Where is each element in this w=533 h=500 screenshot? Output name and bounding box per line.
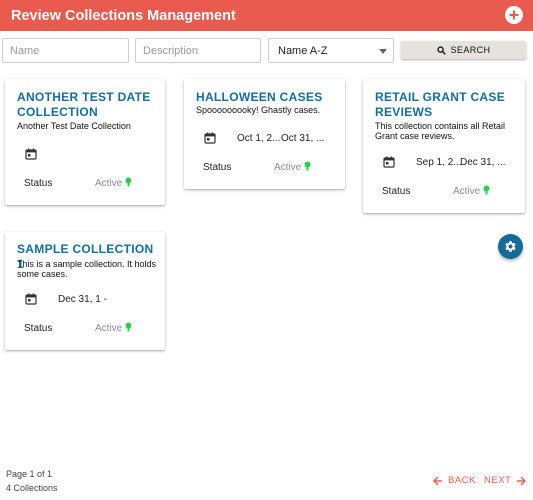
description-filter-input[interactable] — [135, 38, 261, 63]
status-indicator-icon — [125, 322, 132, 332]
calendar-icon — [204, 132, 216, 144]
arrow-left-icon — [433, 476, 442, 485]
status-value: Active — [95, 178, 123, 189]
settings-fab-button[interactable] — [498, 234, 523, 259]
card-title[interactable]: RETAIL GRANT CASE REVIEWS — [375, 90, 515, 120]
status-value: Active — [274, 162, 302, 173]
status-indicator-icon — [483, 185, 490, 195]
chevron-down-icon — [379, 49, 387, 54]
status-indicator-icon — [125, 177, 132, 187]
page-indicator: Page 1 of 1 — [6, 469, 53, 479]
collection-card[interactable]: HALLOWEEN CASES Spooooooooky! Ghastly ca… — [184, 79, 345, 189]
calendar-icon — [25, 148, 37, 160]
status-value: Active — [95, 323, 123, 334]
next-button-label: NEXT — [484, 475, 512, 486]
arrow-right-icon — [517, 476, 527, 485]
app-bar: Review Collections Management — [0, 0, 533, 31]
date-end: Dec 31, ... — [460, 157, 506, 168]
search-button-label: SEARCH — [450, 45, 491, 55]
sort-select[interactable]: Name A-Z — [268, 38, 394, 63]
search-icon — [436, 45, 446, 55]
page-title: Review Collections Management — [11, 7, 236, 24]
date-start: Sep 1, 2... — [416, 157, 462, 168]
plus-circle-icon — [509, 10, 519, 20]
status-label: Status — [382, 186, 411, 197]
add-collection-button[interactable] — [505, 6, 523, 24]
gear-icon — [505, 241, 516, 252]
filter-bar: Name A-Z SEARCH — [0, 38, 533, 64]
status-value: Active — [453, 186, 481, 197]
status-label: Status — [24, 323, 53, 334]
card-description: Spooooooooky! Ghastly cases. — [196, 105, 321, 115]
collection-card[interactable]: SAMPLE COLLECTION 1 This is a sample col… — [5, 232, 165, 350]
name-filter-input[interactable] — [2, 38, 129, 63]
status-indicator-icon — [304, 161, 311, 171]
collection-card[interactable]: ANOTHER TEST DATE COLLECTION Another Tes… — [5, 79, 165, 205]
next-button[interactable]: NEXT — [484, 475, 527, 486]
card-title[interactable]: HALLOWEEN CASES — [196, 90, 341, 105]
collection-count: 4 Collections — [6, 483, 58, 493]
date-start: Oct 1, 2... — [237, 133, 281, 144]
card-description: Another Test Date Collection — [17, 121, 131, 131]
card-description: This is a sample collection. It holds so… — [17, 259, 157, 279]
status-label: Status — [203, 162, 232, 173]
date-end: Oct 31, ... — [281, 133, 325, 144]
calendar-icon — [383, 156, 395, 168]
back-button[interactable]: BACK — [433, 475, 476, 486]
back-button-label: BACK — [448, 475, 476, 486]
search-button[interactable]: SEARCH — [401, 41, 526, 59]
card-title[interactable]: ANOTHER TEST DATE COLLECTION — [17, 90, 157, 120]
date-start: Dec 31, 1 - — [58, 294, 107, 305]
calendar-icon — [25, 293, 37, 305]
status-label: Status — [24, 178, 53, 189]
card-description: This collection contains all Retail Gran… — [375, 121, 506, 141]
sort-select-value: Name A-Z — [278, 44, 328, 57]
collection-card[interactable]: RETAIL GRANT CASE REVIEWS This collectio… — [363, 79, 525, 213]
